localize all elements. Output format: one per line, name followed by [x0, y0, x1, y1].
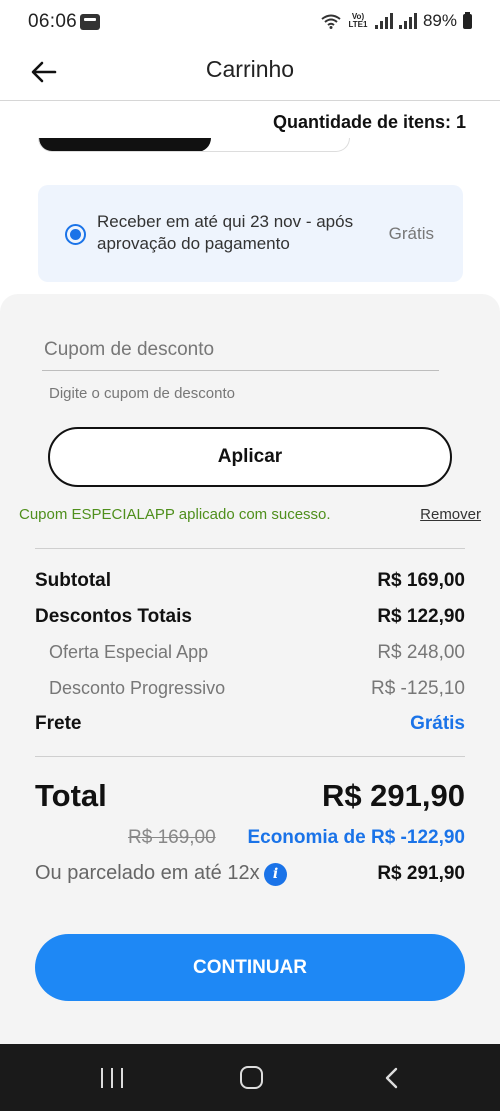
status-indicators: Vo) LTE1 89%	[321, 11, 472, 31]
signal-icon-2	[398, 13, 417, 29]
coupon-input[interactable]	[42, 330, 439, 371]
subtotal-label: Subtotal	[35, 570, 111, 591]
coupon-helper-text: Digite o cupom de desconto	[49, 385, 235, 402]
status-time: 06:06	[28, 11, 78, 32]
status-bar: 06:06 Vo) LTE1 89%	[0, 0, 500, 44]
network-label: Vo) LTE1	[348, 12, 368, 29]
shipping-row: Frete Grátis	[35, 713, 465, 735]
page-title: Carrinho	[205, 56, 295, 82]
total-value: R$ 291,90	[321, 778, 465, 813]
subtotal-row: Subtotal R$ 169,00	[35, 570, 465, 592]
battery-percent: 89%	[422, 11, 457, 30]
coupon-success-message: Cupom ESPECIALAPP aplicado com sucesso.	[19, 506, 331, 523]
progressive-discount-label: Desconto Progressivo	[49, 678, 226, 698]
product-options-partial	[38, 138, 350, 152]
apply-coupon-button[interactable]: Aplicar	[48, 427, 452, 487]
total-label: Total	[35, 778, 107, 813]
system-nav-bar	[0, 1044, 500, 1111]
discounts-row: Descontos Totais R$ 122,90	[35, 606, 465, 628]
special-offer-row: Oferta Especial App R$ 248,00	[35, 642, 465, 664]
home-icon[interactable]	[240, 1066, 263, 1089]
subtotal-value: R$ 169,00	[377, 570, 465, 591]
delivery-price: Grátis	[388, 224, 434, 243]
installment-label: Ou parcelado em até 12x	[35, 862, 260, 884]
delivery-radio[interactable]	[65, 224, 86, 245]
special-offer-label: Oferta Especial App	[49, 642, 209, 662]
delivery-option-text: Receber em até qui 23 nov - após aprovaç…	[97, 212, 354, 253]
signal-icon	[374, 13, 393, 29]
special-offer-value: R$ 248,00	[377, 642, 465, 663]
battery-icon	[463, 11, 472, 29]
installment-value: R$ 291,90	[377, 863, 465, 884]
divider	[35, 548, 465, 549]
progressive-discount-row: Desconto Progressivo R$ -125,10	[35, 678, 465, 700]
back-icon[interactable]	[380, 1066, 404, 1090]
remove-coupon-link[interactable]: Remover	[420, 506, 481, 523]
order-summary-panel: Digite o cupom de desconto Aplicar Cupom…	[0, 294, 500, 1044]
cart-quantity: Quantidade de itens: 1	[272, 112, 466, 132]
original-price: R$ 169,00	[128, 827, 216, 848]
info-icon[interactable]: i	[264, 863, 287, 886]
app-header: Carrinho	[0, 44, 500, 101]
discounts-label: Descontos Totais	[35, 606, 192, 627]
shipping-label: Frete	[35, 713, 82, 734]
notification-icon	[80, 14, 100, 30]
savings-text: Economia de R$ -122,90	[247, 827, 465, 848]
recent-apps-icon[interactable]	[101, 1068, 123, 1088]
selected-option-partial	[39, 138, 211, 151]
shipping-value: Grátis	[410, 713, 465, 734]
continue-button[interactable]: CONTINUAR	[35, 934, 465, 1001]
divider	[35, 756, 465, 757]
discounts-value: R$ 122,90	[377, 606, 465, 627]
delivery-option-card[interactable]: Receber em até qui 23 nov - após aprovaç…	[38, 185, 463, 282]
wifi-icon	[321, 14, 341, 29]
progressive-discount-value: R$ -125,10	[370, 678, 465, 699]
